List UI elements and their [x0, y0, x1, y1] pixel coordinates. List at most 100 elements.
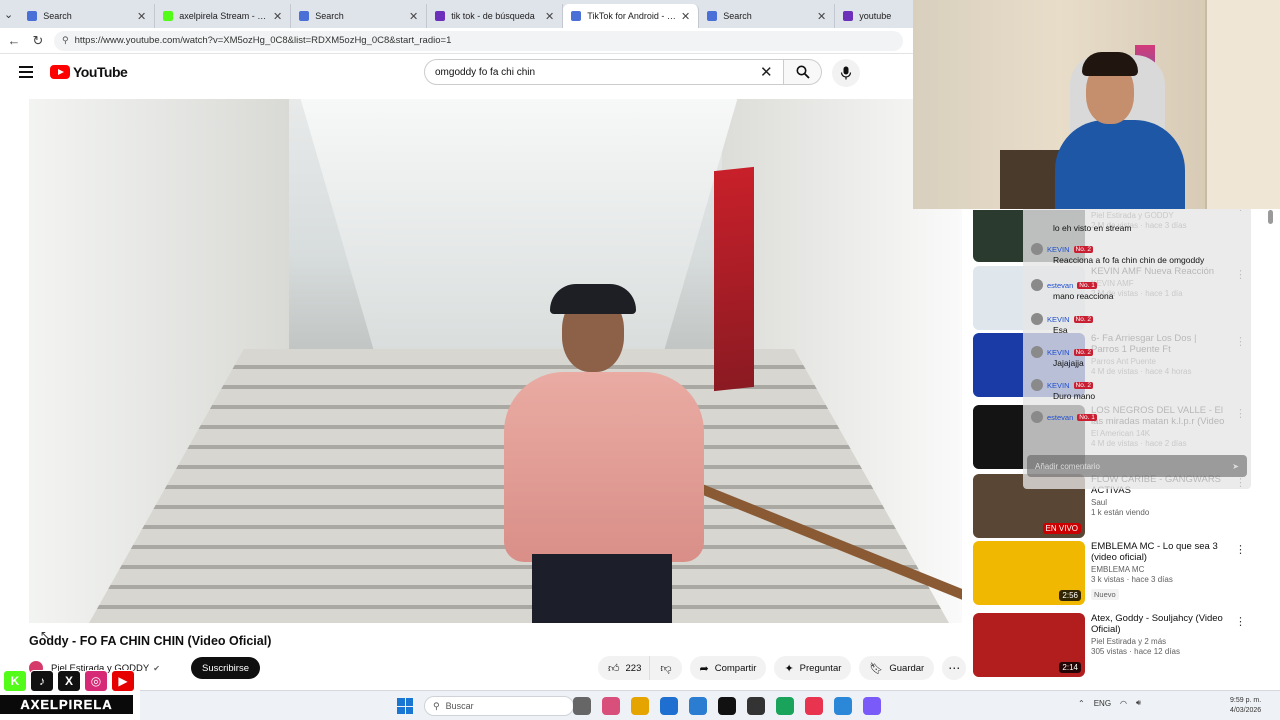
chat-username[interactable]: KEVIN [1047, 381, 1070, 390]
taskbar-app-icon[interactable] [602, 697, 620, 715]
save-label: Guardar [889, 662, 925, 674]
tab-favicon-icon [435, 11, 446, 21]
tab-favicon-icon [843, 11, 854, 21]
close-tab-icon[interactable]: ✕ [409, 10, 418, 23]
taskbar-clock[interactable]: 9:59 p. m. 4/03/2026 [1230, 696, 1261, 716]
taskbar-app-icon[interactable] [747, 697, 765, 715]
recommended-video[interactable]: 2:14 Atex, Goddy - Souljahcy (Video Ofici… [973, 613, 1253, 677]
video-meta: 3 k vistas · hace 3 días [1091, 575, 1173, 584]
streamer-brand: AXELPIRELA [0, 695, 133, 714]
more-options-icon[interactable]: ⋮ [1235, 615, 1246, 628]
chat-rank-badge: No. 2 [1073, 381, 1094, 389]
menu-icon[interactable] [19, 66, 33, 81]
taskbar-search[interactable]: ⚲ Buscar [424, 696, 574, 716]
chat-username[interactable]: estevan [1047, 413, 1073, 422]
tab-title: axelpirela Stream - Watch Li [179, 11, 269, 21]
close-tab-icon[interactable]: ✕ [545, 10, 554, 23]
taskbar-app-icon[interactable] [689, 697, 707, 715]
like-button[interactable]: 👍︎ 223 [598, 656, 650, 680]
channel-name[interactable]: Piel Estirada y 2 más [1091, 637, 1226, 646]
video-meta: 1 k están viendo [1091, 508, 1150, 517]
chat-text: Reacciona a fo fa chin chin de omgoddy [1053, 255, 1205, 265]
youtube-icon: ▶ [111, 670, 135, 692]
taskbar-app-icon[interactable] [718, 697, 736, 715]
taskbar-app-icon[interactable] [631, 697, 649, 715]
search-input[interactable]: omgoddy fo fa chi chin [424, 59, 784, 85]
close-tab-icon[interactable]: ✕ [273, 10, 282, 23]
channel-name[interactable]: Saul [1091, 498, 1226, 507]
video-title[interactable]: Atex, Goddy - Souljahcy (Video Oficial) [1091, 613, 1226, 635]
video-thumbnail[interactable]: 2:56 [973, 541, 1085, 605]
subscribe-button[interactable]: Suscribirse [191, 657, 260, 679]
save-button[interactable]: 🔖︎ Guardar [859, 656, 935, 680]
share-button[interactable]: ➦ Compartir [689, 656, 767, 680]
taskbar-apps [573, 697, 881, 715]
clear-search-icon[interactable]: ✕ [760, 63, 773, 81]
sidebar-scrollbar[interactable] [1268, 210, 1274, 685]
chat-username[interactable]: KEVIN [1047, 315, 1070, 324]
taskbar-app-icon[interactable] [805, 697, 823, 715]
video-duration: 2:56 [1059, 590, 1081, 601]
more-options-icon[interactable]: ⋮ [1235, 543, 1246, 556]
taskbar-search-label: Buscar [445, 701, 474, 711]
recommended-video[interactable]: 2:56 EMBLEMA MC - Lo que sea 3 (video ofi… [973, 541, 1253, 605]
tab-list-dropdown-icon[interactable]: ⌄ [4, 5, 13, 23]
language-indicator[interactable]: ENG [1094, 699, 1111, 708]
video-frame-banner [714, 166, 754, 392]
chat-avatar [1031, 313, 1043, 325]
social-icons: K ♪ X ◎ ▶ [0, 670, 140, 692]
windows-start-icon[interactable] [397, 698, 413, 714]
tab-title: Search [723, 11, 752, 21]
wifi-icon[interactable]: ◠ [1120, 699, 1127, 708]
search-button[interactable] [784, 59, 822, 85]
browser-tab[interactable]: tik tok - de búsqueda ✕ [427, 4, 564, 28]
reload-icon[interactable]: ↻ [30, 33, 46, 49]
browser-tab[interactable]: Search ✕ [19, 4, 156, 28]
chat-avatar [1031, 279, 1043, 291]
ask-button[interactable]: ✦ Preguntar [774, 656, 852, 680]
browser-tab[interactable]: axelpirela Stream - Watch Li ✕ [155, 4, 292, 28]
voice-search-button[interactable] [832, 59, 860, 87]
clock-time: 9:59 p. m. [1230, 697, 1262, 704]
chat-text: Jajajajja [1053, 358, 1084, 368]
browser-tab[interactable]: youtube✕ [835, 4, 913, 28]
chat-username[interactable]: estevan [1047, 281, 1073, 290]
back-arrow-icon[interactable]: ← [6, 33, 22, 48]
site-info-icon[interactable]: ⚲ [62, 35, 69, 46]
clock-date: 4/03/2026 [1230, 707, 1262, 714]
video-thumbnail[interactable]: 2:14 [973, 613, 1085, 677]
taskbar-app-icon[interactable] [863, 697, 881, 715]
address-bar[interactable]: ⚲ https://www.youtube.com/watch?v=XM5ozH… [54, 30, 903, 51]
browser-tab[interactable]: Search ✕ [291, 4, 428, 28]
close-tab-icon[interactable]: ✕ [681, 10, 690, 23]
chat-avatar [1031, 346, 1043, 358]
dislike-button[interactable]: 👎︎ [649, 656, 682, 680]
youtube-logo[interactable]: YouTube [50, 64, 128, 80]
tab-title: Search [43, 11, 72, 21]
taskbar-app-icon[interactable] [834, 697, 852, 715]
volume-icon[interactable]: 🔊︎ [1136, 698, 1141, 708]
browser-tab[interactable]: TikTok for Android - Free Au ✕ [563, 4, 700, 28]
browser-tab-strip: ⌄ Search✕axelpirela Stream - Watch Li✕Se… [0, 0, 913, 28]
taskbar-app-icon[interactable] [660, 697, 678, 715]
chat-text: mano reacciona [1053, 291, 1114, 301]
send-icon[interactable]: ➤ [1232, 462, 1239, 471]
taskbar-app-icon[interactable] [573, 697, 591, 715]
chat-message: lo eh visto en stream [1031, 223, 1247, 233]
video-player[interactable] [29, 99, 962, 623]
share-icon: ➦ [699, 662, 709, 675]
chat-rank-badge: No. 2 [1073, 315, 1094, 323]
channel-name[interactable]: EMBLEMA MC [1091, 565, 1226, 574]
tab-favicon-icon [27, 11, 38, 21]
taskbar-app-icon[interactable] [776, 697, 794, 715]
chat-input[interactable]: Añadir comentario ➤ [1027, 455, 1247, 477]
more-actions-icon[interactable]: ⋯ [942, 656, 967, 680]
video-title[interactable]: EMBLEMA MC - Lo que sea 3 (video oficial… [1091, 541, 1226, 563]
chat-username[interactable]: KEVIN [1047, 245, 1070, 254]
close-tab-icon[interactable]: ✕ [137, 10, 146, 23]
chevron-up-icon[interactable]: ⌃ [1078, 699, 1085, 708]
chat-username[interactable]: KEVIN [1047, 348, 1070, 357]
close-tab-icon[interactable]: ✕ [817, 10, 826, 23]
video-info: Atex, Goddy - Souljahcy (Video Oficial) P… [1091, 613, 1226, 656]
browser-tab[interactable]: Search ✕ [699, 4, 836, 28]
